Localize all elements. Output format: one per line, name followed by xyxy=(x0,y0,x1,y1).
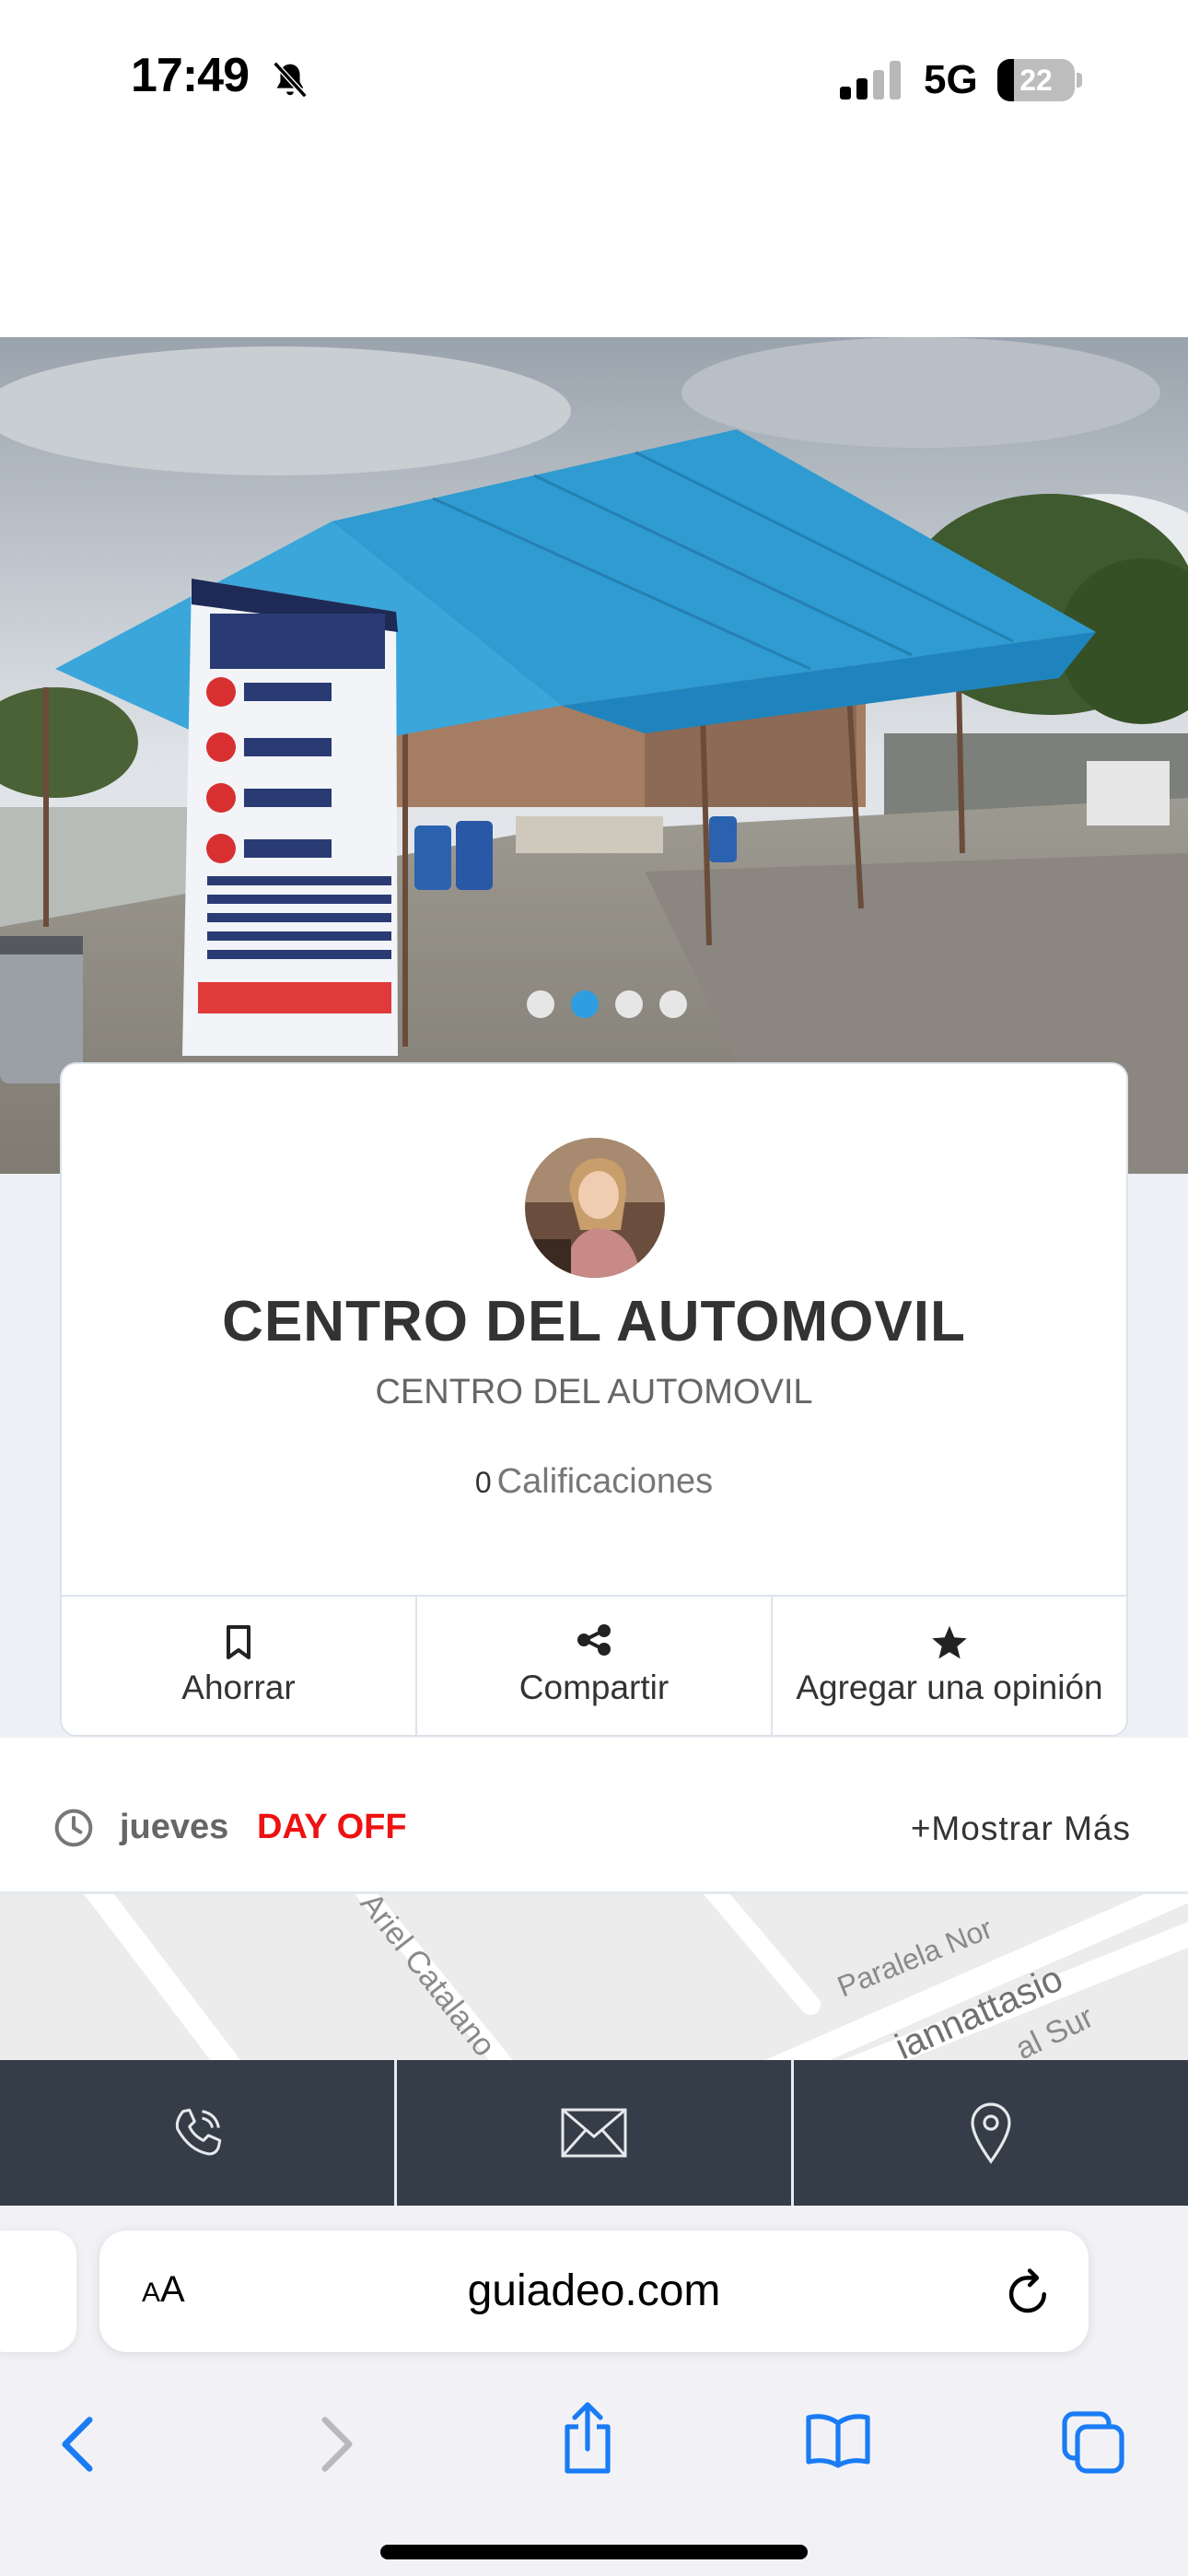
reload-icon[interactable] xyxy=(1004,2266,1054,2319)
avatar xyxy=(525,1138,665,1278)
cellular-signal-icon xyxy=(840,61,901,100)
save-button[interactable]: Ahorrar xyxy=(62,1597,417,1735)
business-profile-card: CENTRO DEL AUTOMOVIL CENTRO DEL AUTOMOVI… xyxy=(60,1062,1128,1737)
show-more-hours-button[interactable]: +Mostrar Más xyxy=(911,1809,1131,1848)
mail-icon xyxy=(561,2108,627,2158)
business-name: CENTRO DEL AUTOMOVIL xyxy=(222,1290,966,1353)
star-icon xyxy=(932,1625,967,1659)
browser-chrome: AA guiadeo.com xyxy=(0,2206,1188,2576)
bookmarks-icon[interactable] xyxy=(803,2410,873,2469)
carousel-dots[interactable] xyxy=(527,990,687,1020)
ratings-summary[interactable]: 0 Calificaciones xyxy=(62,1462,1126,1502)
business-photo-carousel[interactable] xyxy=(0,337,1188,1174)
share-sheet-icon[interactable] xyxy=(558,2399,617,2476)
share-icon xyxy=(577,1624,611,1656)
address-bar[interactable]: AA guiadeo.com xyxy=(99,2231,1089,2352)
carousel-dot[interactable] xyxy=(571,990,599,1018)
opening-hours-row: jueves DAY OFF +Mostrar Más xyxy=(0,1738,1188,1894)
share-button[interactable]: Compartir xyxy=(417,1597,773,1735)
location-pin-icon xyxy=(971,2102,1011,2164)
share-label: Compartir xyxy=(518,1669,670,1706)
phone-icon xyxy=(175,2108,222,2156)
hours-day: jueves xyxy=(120,1808,229,1846)
battery-indicator: 22 xyxy=(997,59,1082,101)
action-bar: Ahorrar Compartir Agregar una opinión xyxy=(62,1595,1126,1735)
battery-level: 22 xyxy=(1019,64,1053,97)
network-type: 5G xyxy=(924,57,978,102)
add-review-button[interactable]: Agregar una opinión xyxy=(773,1597,1126,1735)
previous-tab-preview[interactable] xyxy=(0,2231,76,2352)
carousel-dot[interactable] xyxy=(615,990,643,1018)
carousel-dot[interactable] xyxy=(527,990,554,1018)
clock-icon xyxy=(54,1809,93,1847)
status-time: 17:49 xyxy=(131,49,250,102)
directions-button[interactable] xyxy=(794,2060,1188,2206)
forward-icon[interactable] xyxy=(317,2414,357,2475)
car-wash-photo xyxy=(0,337,1188,1174)
status-bar: 17:49 5G 22 xyxy=(0,0,1188,161)
home-indicator xyxy=(380,2545,808,2559)
bell-slash-icon xyxy=(273,61,308,99)
back-icon[interactable] xyxy=(57,2414,98,2475)
call-button[interactable] xyxy=(0,2060,397,2206)
browser-toolbar xyxy=(0,2377,1188,2506)
rating-count: 0 xyxy=(474,1466,492,1499)
tabs-icon[interactable] xyxy=(1059,2408,1125,2475)
add-review-label: Agregar una opinión xyxy=(796,1669,1103,1706)
street-label: Ariel Catalano xyxy=(354,1894,502,2060)
email-button[interactable] xyxy=(397,2060,794,2206)
bookmark-icon xyxy=(227,1625,250,1659)
hours-status: DAY OFF xyxy=(257,1808,407,1846)
url-text: guiadeo.com xyxy=(467,2266,721,2315)
save-label: Ahorrar xyxy=(181,1669,296,1706)
rating-label: Calificaciones xyxy=(496,1462,714,1501)
contact-bar xyxy=(0,2060,1188,2206)
business-subtitle: CENTRO DEL AUTOMOVIL xyxy=(375,1373,813,1411)
carousel-dot[interactable] xyxy=(659,990,687,1018)
location-map[interactable]: Ariel Catalano Paralela Nor iannattasio … xyxy=(0,1894,1188,2060)
